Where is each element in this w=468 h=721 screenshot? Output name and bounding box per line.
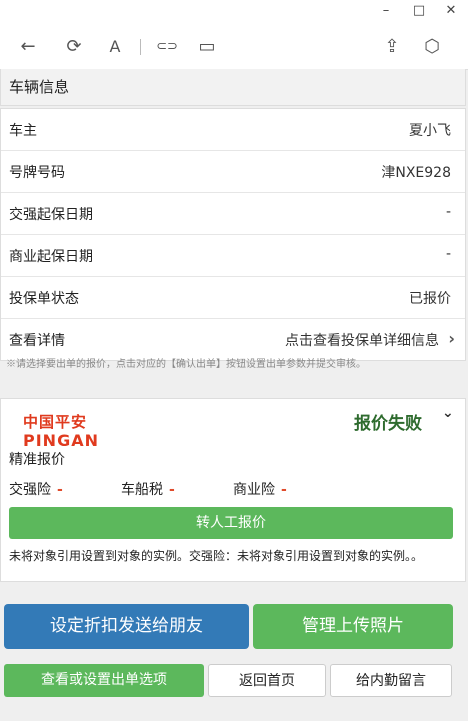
minimize-button[interactable]: – <box>376 2 396 20</box>
info-row-commercial-date: 商业起保日期 - <box>1 235 465 277</box>
info-row-compulsory-date: 交强起保日期 - <box>1 193 465 235</box>
toolbar-divider <box>140 39 141 55</box>
link-icon[interactable]: ⊂⊃ <box>156 36 178 58</box>
info-value: - <box>445 246 451 262</box>
refresh-icon[interactable]: ⟳ <box>63 36 85 58</box>
error-message: 未将对象引用设置到对象的实例。交强险：未将对象引用设置到对象的实例。。 <box>9 549 424 563</box>
vehicle-info-list: 车主 夏小飞 号牌号码 津NXE928 交强起保日期 - 商业起保日期 - 投保… <box>0 108 466 361</box>
info-row-details[interactable]: 查看详情 点击查看投保单详细信息 › <box>1 319 465 360</box>
share-icon[interactable]: ⇪ <box>381 36 403 58</box>
details-link[interactable]: 点击查看投保单详细信息 <box>285 330 439 350</box>
info-value: 津NXE928 <box>381 165 451 181</box>
quote-type: 精准报价 <box>9 452 65 468</box>
info-row-status: 投保单状态 已报价 <box>1 277 465 319</box>
info-label: 投保单状态 <box>9 291 79 307</box>
share-discount-button[interactable]: 设定折扣发送给朋友 <box>4 604 249 649</box>
window-titlebar: – □ ✕ <box>0 0 468 24</box>
info-label: 车主 <box>9 123 37 139</box>
vehicle-info-header: 车辆信息 <box>0 69 466 106</box>
info-label: 商业起保日期 <box>9 249 93 265</box>
quote-card: 中国平安 PINGAN 报价失败 ⌄ 精准报价 交强险 - 车船税 - 商业险 - 转… <box>0 398 466 582</box>
cube-icon[interactable]: ⬡ <box>421 36 443 58</box>
close-button[interactable]: ✕ <box>441 2 461 20</box>
quote-status: 报价失败 <box>354 414 422 434</box>
maximize-button[interactable]: □ <box>409 2 429 20</box>
manual-quote-button[interactable]: 转人工报价 <box>9 507 453 539</box>
tab-icon[interactable]: ▭ <box>196 36 218 58</box>
pingan-logo: 中国平安 PINGAN <box>23 413 99 450</box>
home-button[interactable]: 返回首页 <box>208 664 326 697</box>
instruction-note: ※请选择要出单的报价，点击对应的【确认出单】按钮设置出单参数并提交审核。 <box>6 359 366 370</box>
back-icon[interactable]: ← <box>17 36 39 58</box>
chevron-down-icon[interactable]: ⌄ <box>442 405 454 421</box>
chevron-right-icon: › <box>448 329 455 348</box>
view-options-button[interactable]: 查看或设置出单选项 <box>4 664 204 697</box>
insurance-commercial: 商业险 - <box>233 482 287 498</box>
info-value: - <box>445 204 451 220</box>
info-label: 号牌号码 <box>9 165 65 181</box>
info-row-owner: 车主 夏小飞 <box>1 109 465 151</box>
info-label: 查看详情 <box>9 333 65 349</box>
insurance-vehicle-tax: 车船税 - <box>121 482 175 498</box>
info-row-plate: 号牌号码 津NXE928 <box>1 151 465 193</box>
info-label: 交强起保日期 <box>9 207 93 223</box>
browser-toolbar: ← ⟳ A ⊂⊃ ▭ ⇪ ⬡ <box>0 24 468 70</box>
insurance-compulsory: 交强险 - <box>9 482 63 498</box>
font-icon[interactable]: A <box>104 36 126 58</box>
manage-photos-button[interactable]: 管理上传照片 <box>253 604 453 649</box>
message-button[interactable]: 给内勤留言 <box>330 664 452 697</box>
info-value: 已报价 <box>409 291 451 307</box>
info-value: 夏小飞 <box>409 123 451 139</box>
